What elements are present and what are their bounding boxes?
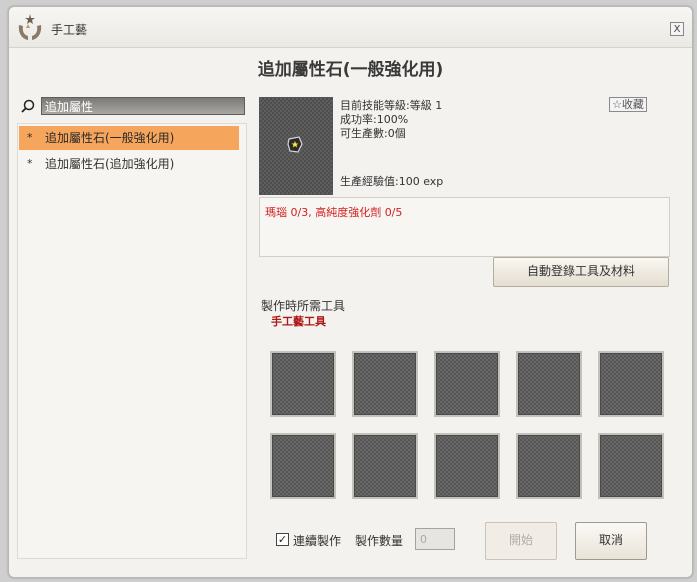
continuous-craft-label: 連續製作 [293, 534, 342, 548]
materials-text: 瑪瑙 0/3, 高純度強化劑 0/5 [265, 206, 403, 219]
material-slot[interactable] [516, 433, 582, 499]
recipe-title: 追加屬性石(一般強化用) [257, 60, 444, 80]
auto-register-button[interactable]: 自動登錄工具及材料 [493, 257, 669, 287]
producible-count-text: 可生產數:0個 [340, 127, 406, 140]
recipe-item-label: 追加屬性石(一般強化用) [45, 131, 175, 145]
required-tools-label: 製作時所需工具 [261, 299, 346, 313]
craft-quantity-label: 製作數量 [355, 534, 404, 548]
item-preview [259, 97, 333, 195]
recipe-list: * 追加屬性石(一般強化用) * 追加屬性石(追加強化用) [17, 123, 247, 559]
bullet-icon: * [27, 131, 33, 144]
title-bar: 手工藝 X [9, 7, 692, 48]
material-slot[interactable] [598, 351, 664, 417]
craft-quantity-input[interactable]: 0 [415, 528, 455, 550]
material-slot[interactable] [352, 351, 418, 417]
production-exp-text: 生產經驗值:100 exp [340, 175, 444, 188]
crafting-window: 手工藝 X 追加屬性石(一般強化用) 追加屬性 * 追加屬性石(一般強化用) *… [8, 6, 693, 578]
material-slot[interactable] [434, 433, 500, 499]
material-slot[interactable] [598, 433, 664, 499]
close-button[interactable]: X [670, 22, 684, 36]
recipe-item-label: 追加屬性石(追加強化用) [45, 157, 175, 171]
material-slot[interactable] [270, 433, 336, 499]
recipe-item-general-enhance[interactable]: * 追加屬性石(一般強化用) [19, 126, 239, 150]
window-title: 手工藝 [51, 23, 88, 37]
required-tool-name: 手工藝工具 [271, 315, 326, 328]
material-slot[interactable] [434, 351, 500, 417]
search-icon [21, 99, 35, 113]
crafting-hands-icon [18, 14, 42, 40]
bullet-icon: * [27, 157, 33, 170]
gem-icon [287, 136, 303, 153]
materials-box: 瑪瑙 0/3, 高純度強化劑 0/5 [259, 197, 670, 257]
material-slot[interactable] [270, 351, 336, 417]
material-slot[interactable] [352, 433, 418, 499]
material-slot[interactable] [516, 351, 582, 417]
favorite-button[interactable]: ☆收藏 [609, 97, 647, 112]
search-input[interactable]: 追加屬性 [41, 97, 245, 115]
cancel-button[interactable]: 取消 [575, 522, 647, 560]
recipe-item-additional-enhance[interactable]: * 追加屬性石(追加強化用) [19, 152, 239, 176]
continuous-craft-checkbox[interactable]: ✓ [276, 533, 289, 546]
start-button[interactable]: 開始 [485, 522, 557, 560]
